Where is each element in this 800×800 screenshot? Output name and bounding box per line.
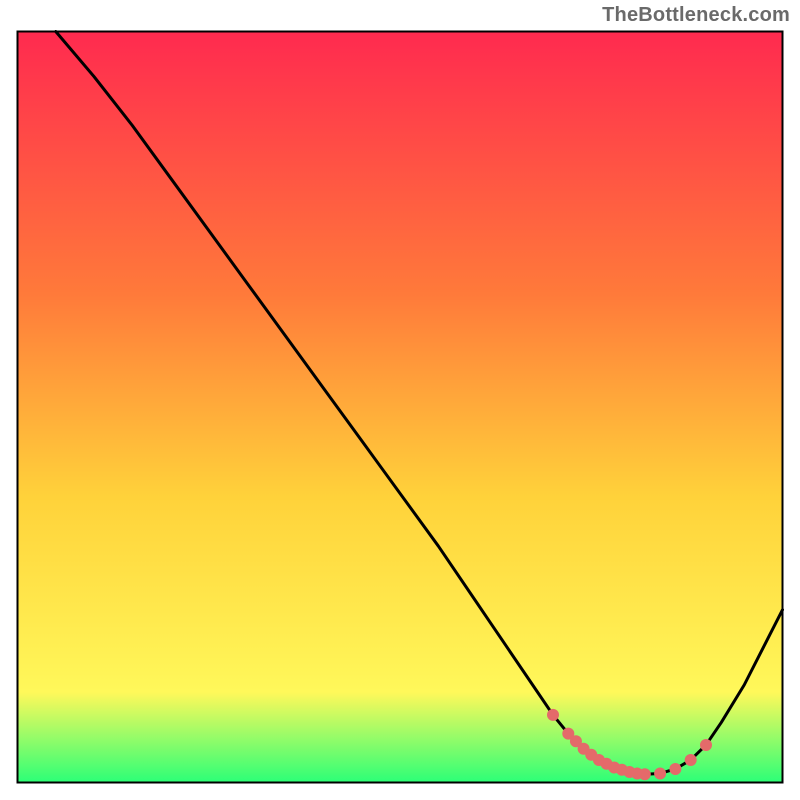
bottleneck-plot <box>16 30 784 784</box>
chart-container: TheBottleneck.com <box>0 0 800 800</box>
plot-svg <box>16 30 784 784</box>
attribution-label: TheBottleneck.com <box>602 4 790 27</box>
